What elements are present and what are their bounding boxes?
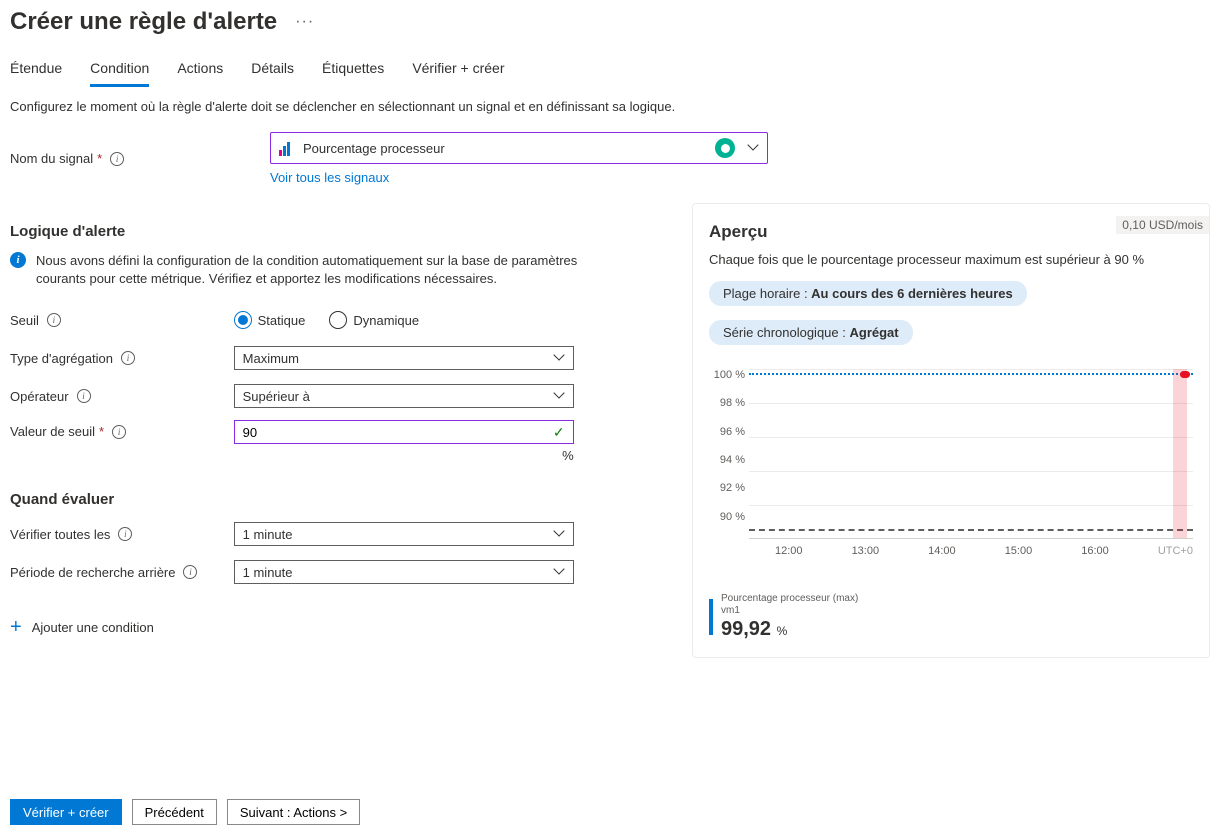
legend-sub: vm1 — [721, 605, 858, 617]
review-create-button[interactable]: Vérifier + créer — [10, 799, 122, 825]
legend-color-icon — [709, 599, 713, 635]
threshold-line — [749, 529, 1193, 531]
alert-logic-heading: Logique d'alerte — [10, 223, 662, 240]
y-tick: 98 % — [709, 397, 745, 425]
next-button[interactable]: Suivant : Actions > — [227, 799, 360, 825]
preview-description: Chaque fois que le pourcentage processeu… — [709, 252, 1193, 267]
add-condition-button[interactable]: + Ajouter une condition — [10, 616, 662, 639]
threshold-label: Seuil — [10, 313, 39, 328]
alert-dot-icon — [1180, 371, 1190, 378]
badge-icon — [715, 138, 735, 158]
required-mark: * — [99, 424, 104, 439]
pill-series-prefix: Série chronologique : — [723, 325, 849, 340]
tab-verifier-creer[interactable]: Vérifier + créer — [412, 56, 504, 87]
pill-time-range[interactable]: Plage horaire : Au cours des 6 dernières… — [709, 281, 1027, 306]
tab-condition[interactable]: Condition — [90, 56, 149, 87]
radio-static[interactable]: Statique — [234, 311, 306, 329]
signal-value: Pourcentage processeur — [303, 141, 445, 156]
info-icon[interactable]: i — [77, 389, 91, 403]
info-icon[interactable]: i — [112, 425, 126, 439]
legend-value: 99,92 % — [721, 617, 858, 641]
radio-checked-icon — [234, 311, 252, 329]
radio-dynamic-label: Dynamique — [353, 313, 419, 328]
y-tick: 94 % — [709, 454, 745, 482]
y-tick: 92 % — [709, 482, 745, 510]
aggregation-select[interactable]: Maximum — [234, 346, 574, 370]
page-description: Configurez le moment où la règle d'alert… — [10, 99, 1210, 114]
chevron-down-icon — [555, 391, 565, 401]
aggregation-label: Type d'agrégation — [10, 351, 113, 366]
radio-static-label: Statique — [258, 313, 306, 328]
data-line — [749, 373, 1193, 375]
pill-time-value: Au cours des 6 dernières heures — [811, 286, 1013, 301]
chart-legend: Pourcentage processeur (max) vm1 99,92 % — [709, 593, 1193, 641]
plus-icon: + — [10, 616, 22, 639]
radio-unchecked-icon — [329, 311, 347, 329]
x-tick: 13:00 — [852, 545, 880, 557]
operator-value: Supérieur à — [243, 389, 310, 404]
check-every-label: Vérifier toutes les — [10, 527, 110, 542]
legend-name: Pourcentage processeur (max) — [721, 593, 858, 605]
threshold-value-label: Valeur de seuil — [10, 424, 95, 439]
y-axis: 100 % 98 % 96 % 94 % 92 % 90 % — [709, 369, 745, 539]
chevron-down-icon — [555, 353, 565, 363]
previous-button[interactable]: Précédent — [132, 799, 217, 825]
info-icon[interactable]: i — [183, 565, 197, 579]
more-icon[interactable]: ··· — [295, 13, 314, 31]
x-axis: 12:00 13:00 14:00 15:00 16:00 UTC+0 — [749, 539, 1193, 557]
chevron-down-icon — [555, 567, 565, 577]
lookback-label: Période de recherche arrière — [10, 565, 175, 580]
chevron-down-icon — [749, 143, 759, 153]
operator-label: Opérateur — [10, 389, 69, 404]
info-icon[interactable]: i — [121, 351, 135, 365]
x-tick: 15:00 — [1005, 545, 1033, 557]
preview-title: Aperçu — [709, 222, 768, 242]
chevron-down-icon — [555, 529, 565, 539]
check-icon: ✓ — [553, 424, 565, 441]
footer-bar: Vérifier + créer Précédent Suivant : Act… — [0, 789, 1220, 835]
operator-select[interactable]: Supérieur à — [234, 384, 574, 408]
pill-time-prefix: Plage horaire : — [723, 286, 811, 301]
required-mark: * — [97, 151, 102, 166]
info-icon: i — [10, 252, 26, 268]
lookback-select[interactable]: 1 minute — [234, 560, 574, 584]
tab-etendue[interactable]: Étendue — [10, 56, 62, 87]
y-tick: 90 % — [709, 511, 745, 539]
threshold-unit: % — [234, 448, 574, 463]
signal-name-label: Nom du signal — [10, 151, 93, 166]
x-tick: 12:00 — [775, 545, 803, 557]
preview-panel: Aperçu 0,10 USD/mois Chaque fois que le … — [692, 203, 1210, 658]
alert-band — [1173, 369, 1187, 538]
tab-actions[interactable]: Actions — [177, 56, 223, 87]
tab-bar: Étendue Condition Actions Détails Étique… — [10, 56, 1210, 87]
threshold-value-input[interactable] — [243, 425, 543, 440]
tab-details[interactable]: Détails — [251, 56, 294, 87]
plot-area — [749, 369, 1193, 539]
y-tick: 96 % — [709, 426, 745, 454]
chart: 100 % 98 % 96 % 94 % 92 % 90 % — [709, 369, 1193, 579]
check-every-select[interactable]: 1 minute — [234, 522, 574, 546]
pill-series-value: Agrégat — [849, 325, 898, 340]
see-all-signals-link[interactable]: Voir tous les signaux — [270, 170, 389, 185]
info-text: Nous avons défini la configuration de la… — [36, 252, 606, 288]
info-icon[interactable]: i — [110, 152, 124, 166]
y-tick: 100 % — [709, 369, 745, 397]
preview-cost: 0,10 USD/mois — [1116, 216, 1209, 234]
metric-icon — [279, 140, 295, 156]
info-icon[interactable]: i — [47, 313, 61, 327]
x-tick: 14:00 — [928, 545, 956, 557]
page-title: Créer une règle d'alerte — [10, 8, 277, 36]
radio-dynamic[interactable]: Dynamique — [329, 311, 419, 329]
x-tick-tz: UTC+0 — [1158, 545, 1193, 557]
pill-time-series[interactable]: Série chronologique : Agrégat — [709, 320, 913, 345]
check-every-value: 1 minute — [243, 527, 293, 542]
add-condition-label: Ajouter une condition — [32, 620, 154, 635]
info-icon[interactable]: i — [118, 527, 132, 541]
x-tick: 16:00 — [1081, 545, 1109, 557]
lookback-value: 1 minute — [243, 565, 293, 580]
signal-name-select[interactable]: Pourcentage processeur — [270, 132, 768, 164]
tab-etiquettes[interactable]: Étiquettes — [322, 56, 384, 87]
when-heading: Quand évaluer — [10, 491, 662, 508]
aggregation-value: Maximum — [243, 351, 299, 366]
